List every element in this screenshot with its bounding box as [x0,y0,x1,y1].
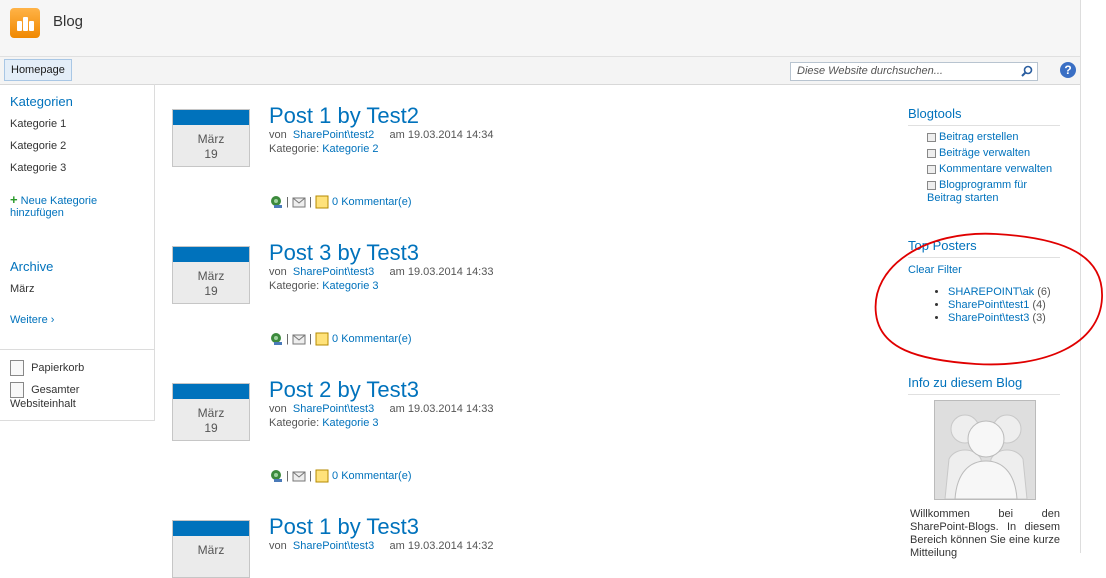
post-actions: | | 0 Kommentar(e) [269,469,412,483]
post-title[interactable]: Post 1 by Test2 [269,103,419,129]
post-day: 19 [204,147,218,161]
new-category-link[interactable]: + Neue Kategorie hinzufügen [10,192,130,219]
post-date: März 19 [172,246,250,304]
post-actions: | | 0 Kommentar(e) [269,195,412,209]
blogtools-panel: Blogtools Beitrag erstellen Beiträge ver… [908,106,1060,205]
post-timestamp: am 19.03.2014 14:34 [389,129,494,141]
post-meta: von SharePoint\test3 am 19.03.2014 14:33 [269,403,494,415]
archive-item[interactable]: März [10,283,34,295]
comment-icon[interactable] [315,195,329,209]
divider [0,349,154,350]
post-meta: von SharePoint\test3 am 19.03.2014 14:33 [269,266,494,278]
post-month: März [197,406,225,420]
post-title[interactable]: Post 2 by Test3 [269,377,419,403]
top-navigation: Homepage Diese Website durchsuchen... [0,57,1080,85]
search-icon[interactable] [1021,65,1033,77]
search-placeholder: Diese Website durchsuchen... [797,65,943,77]
post-timestamp: am 19.03.2014 14:33 [389,266,494,278]
post-timestamp: am 19.03.2014 14:32 [389,540,494,552]
post-month: März [197,269,225,283]
blog-post: März 19 Post 1 by Test2 von SharePoint\t… [172,103,772,229]
post-author[interactable]: SharePoint\test2 [293,129,374,141]
post-month: März [197,132,225,146]
title-bar: Blog [0,0,1080,57]
post-category-link[interactable]: Kategorie 3 [322,417,378,429]
category-item[interactable]: Kategorie 3 [10,162,66,174]
post-category: Kategorie: Kategorie 3 [269,417,379,429]
post-author[interactable]: SharePoint\test3 [293,403,374,415]
category-item[interactable]: Kategorie 1 [10,118,66,130]
comment-icon[interactable] [315,469,329,483]
post-meta: von SharePoint\test2 am 19.03.2014 14:34 [269,129,494,141]
post-category-link[interactable]: Kategorie 3 [322,280,378,292]
categories-heading[interactable]: Kategorien [10,94,73,109]
archive-heading[interactable]: Archive [10,259,53,274]
tab-homepage[interactable]: Homepage [4,59,72,81]
blog-post: März Post 1 by Test3 von SharePoint\test… [172,514,772,578]
tool-launch-blog-program[interactable]: Blogprogramm für Beitrag starten [927,179,1060,205]
recycle-bin-label: Papierkorb [31,361,85,374]
blog-post: März 19 Post 3 by Test3 von SharePoint\t… [172,240,772,366]
all-content-link[interactable]: Gesamter Websiteinhalt [10,382,110,410]
comments-link[interactable]: 0 Kommentar(e) [332,470,411,482]
post-month: März [197,543,225,557]
comments-link[interactable]: 0 Kommentar(e) [332,333,411,345]
site-title[interactable]: Blog [53,13,83,30]
help-icon[interactable]: ? [1060,62,1076,78]
post-category: Kategorie: Kategorie 3 [269,280,379,292]
about-heading: Info zu diesem Blog [908,375,1060,395]
post-date: März 19 [172,383,250,441]
new-category-label: Neue Kategorie hinzufügen [10,195,98,219]
post-category-link[interactable]: Kategorie 2 [322,143,378,155]
about-panel: Info zu diesem Blog [908,375,1060,395]
post-day: 19 [204,421,218,435]
all-content-icon [10,382,24,398]
category-item[interactable]: Kategorie 2 [10,140,66,152]
left-navigation: Kategorien Kategorie 1 Kategorie 2 Kateg… [0,84,155,421]
more-link[interactable]: Weitere › [10,314,54,326]
blogtools-heading: Blogtools [908,106,1060,126]
blog-post: März 19 Post 2 by Test3 von SharePoint\t… [172,377,772,503]
search-input[interactable]: Diese Website durchsuchen... [790,62,1038,81]
post-title[interactable]: Post 3 by Test3 [269,240,419,266]
link-icon[interactable] [269,332,283,346]
annotation-circle [874,232,1103,366]
post-date: März [172,520,250,578]
comments-link[interactable]: 0 Kommentar(e) [332,196,411,208]
email-icon[interactable] [292,469,306,483]
recycle-bin-link[interactable]: Papierkorb [10,360,84,376]
post-meta: von SharePoint\test3 am 19.03.2014 14:32 [269,540,494,552]
email-icon[interactable] [292,195,306,209]
post-title[interactable]: Post 1 by Test3 [269,514,419,540]
tool-manage-posts[interactable]: Beiträge verwalten [927,147,1060,160]
plus-icon: + [10,192,18,207]
post-category: Kategorie: Kategorie 2 [269,143,379,155]
tool-create-post[interactable]: Beitrag erstellen [927,131,1060,144]
recycle-bin-icon [10,360,24,376]
comment-icon[interactable] [315,332,329,346]
about-text: Willkommen bei den SharePoint-Blogs. In … [910,508,1060,559]
email-icon[interactable] [292,332,306,346]
post-actions: | | 0 Kommentar(e) [269,332,412,346]
post-timestamp: am 19.03.2014 14:33 [389,403,494,415]
post-author[interactable]: SharePoint\test3 [293,540,374,552]
post-date: März 19 [172,109,250,167]
link-icon[interactable] [269,469,283,483]
tool-manage-comments[interactable]: Kommentare verwalten [927,163,1060,176]
post-day: 19 [204,284,218,298]
profile-picture [934,400,1036,500]
post-author[interactable]: SharePoint\test3 [293,266,374,278]
link-icon[interactable] [269,195,283,209]
blog-logo-icon [10,8,40,38]
